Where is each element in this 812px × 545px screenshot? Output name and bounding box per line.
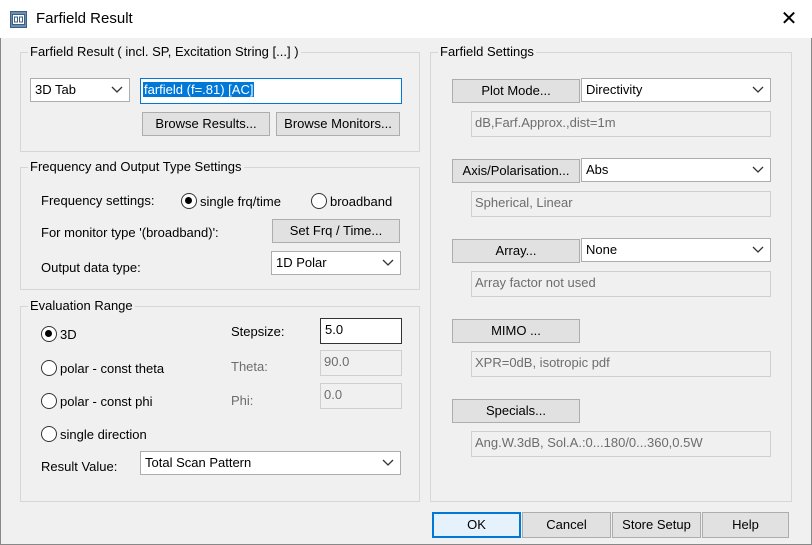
single-frq-label: single frq/time (200, 194, 281, 209)
mimo-button[interactable]: MIMO ... (452, 319, 580, 343)
result-value-label: Result Value: (41, 459, 118, 474)
evaluation-range-group-label: Evaluation Range (28, 298, 135, 313)
polar-phi-radio[interactable] (41, 393, 57, 409)
tab-select-value: 3D Tab (35, 82, 76, 97)
set-frq-time-button[interactable]: Set Frq / Time... (272, 219, 400, 243)
specials-info: Ang.W.3dB, Sol.A.:0...180/0...360,0.5W (471, 431, 771, 457)
chevron-down-icon (111, 79, 123, 101)
chevron-down-icon (382, 452, 394, 474)
single-direction-radio[interactable] (41, 426, 57, 442)
result-value-value: Total Scan Pattern (145, 455, 252, 470)
chevron-down-icon (752, 159, 764, 181)
axis-polarisation-select[interactable]: Abs (581, 158, 771, 182)
stepsize-label: Stepsize: (231, 324, 285, 339)
plot-mode-info: dB,Farf.Approx.,dist=1m (471, 111, 771, 137)
output-data-type-select[interactable]: 1D Polar (271, 251, 401, 275)
single-frq-radio[interactable] (181, 193, 197, 209)
plot-mode-value: Directivity (586, 82, 643, 97)
help-button[interactable]: Help (702, 512, 789, 538)
result-name-value: farfield (f=.81) [AC] (143, 82, 255, 97)
browse-monitors-button[interactable]: Browse Monitors... (276, 112, 400, 136)
axis-polarisation-value: Abs (586, 162, 609, 177)
mimo-info: XPR=0dB, isotropic pdf (471, 351, 771, 377)
close-icon[interactable]: ✕ (772, 4, 806, 34)
farfield-settings-group-label: Farfield Settings (438, 44, 536, 59)
output-data-type-value: 1D Polar (276, 255, 327, 270)
broadband-label: broadband (330, 194, 393, 209)
monitor-type-label: For monitor type '(broadband)': (41, 225, 219, 240)
phi-input[interactable]: 0.0 (320, 383, 402, 409)
range-3d-label: 3D (60, 327, 77, 342)
output-data-type-label: Output data type: (41, 260, 141, 275)
frequency-settings-label: Frequency settings: (41, 193, 155, 208)
chevron-down-icon (752, 79, 764, 101)
tab-select[interactable]: 3D Tab (30, 78, 130, 102)
window-title: Farfield Result (36, 10, 133, 27)
farfield-result-group-label: Farfield Result ( incl. SP, Excitation S… (28, 44, 301, 59)
single-direction-label: single direction (60, 427, 147, 442)
plot-mode-select[interactable]: Directivity (581, 78, 771, 102)
browse-results-button[interactable]: Browse Results... (142, 112, 270, 136)
chevron-down-icon (752, 239, 764, 261)
polar-theta-label: polar - const theta (60, 361, 165, 376)
cancel-button[interactable]: Cancel (522, 512, 611, 538)
polar-theta-radio[interactable] (41, 360, 57, 376)
axis-polarisation-info: Spherical, Linear (471, 191, 771, 217)
specials-button[interactable]: Specials... (452, 399, 580, 423)
axis-polarisation-button[interactable]: Axis/Polarisation... (452, 159, 580, 183)
ok-button[interactable]: OK (432, 512, 521, 538)
frequency-output-group-label: Frequency and Output Type Settings (28, 159, 244, 174)
array-value: None (586, 242, 618, 257)
result-value-select[interactable]: Total Scan Pattern (140, 451, 401, 475)
store-setup-button[interactable]: Store Setup (612, 512, 701, 538)
theta-input[interactable]: 90.0 (320, 350, 402, 376)
result-name-input[interactable]: farfield (f=.81) [AC] (140, 78, 402, 104)
array-button[interactable]: Array... (452, 239, 580, 263)
plot-mode-button[interactable]: Plot Mode... (452, 79, 580, 103)
polar-phi-label: polar - const phi (60, 394, 153, 409)
broadband-radio[interactable] (311, 193, 327, 209)
array-select[interactable]: None (581, 238, 771, 262)
farfield-app-icon (10, 11, 27, 28)
phi-label: Phi: (231, 393, 254, 408)
array-info: Array factor not used (471, 271, 771, 297)
range-3d-radio[interactable] (41, 326, 57, 342)
stepsize-input[interactable]: 5.0 (320, 318, 402, 344)
theta-label: Theta: (231, 359, 268, 374)
chevron-down-icon (382, 252, 394, 274)
